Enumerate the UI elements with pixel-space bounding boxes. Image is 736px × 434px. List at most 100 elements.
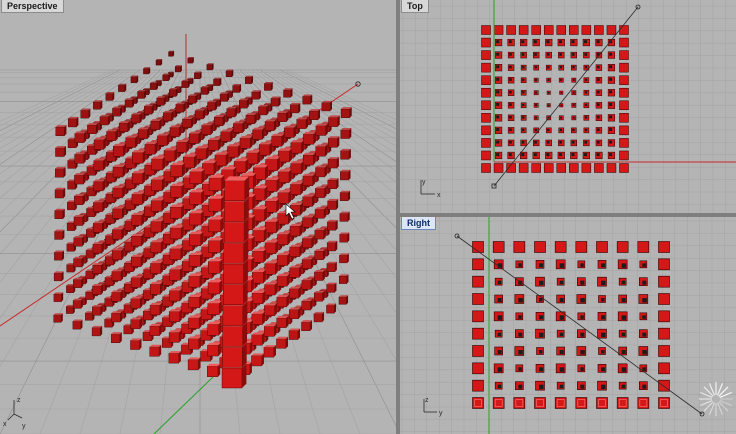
lattice-cube [92,223,103,233]
top-cube-shadow [584,78,588,81]
triad-x [7,413,15,421]
top-cube [481,37,491,48]
top-cube [619,125,629,136]
top-cube [581,163,592,173]
lattice-cube [111,292,121,302]
lattice-cube [151,179,163,191]
axis-triad-icon: z x y [3,397,26,430]
lattice-cube [245,114,255,124]
right-cube [472,379,484,392]
triad-z-label: z [17,397,21,404]
top-cube-shadow [572,104,575,107]
top-cube-shadow [521,153,525,157]
lattice-cube [264,242,277,254]
lattice-cube [314,229,324,240]
lattice-cube [270,98,280,107]
lattice-cube [251,334,263,346]
right-viewport-tab[interactable]: Right [401,217,436,230]
top-cube-shadow [571,140,575,144]
lattice-cube [85,291,94,300]
lattice-cube [54,189,64,199]
right-cube-shadow [497,315,503,320]
lattice-cube [111,312,121,323]
top-cube [518,25,529,35]
top-cube-shadow [571,153,575,157]
lattice-cube [130,277,141,288]
top-cube-shadow [559,128,563,132]
top-cube [606,163,617,173]
right-cube-shadow [580,332,585,337]
top-cube-shadow [572,91,575,94]
lattice-cube [188,133,200,144]
lattice-cube [169,89,177,97]
lattice-cube [314,271,324,281]
lattice-cube [113,145,124,157]
lattice-cube [183,156,195,169]
lattice-cube [74,154,84,164]
right-cube-shadow [580,315,584,319]
lattice-cube [284,127,295,138]
right-cube-shadow [559,263,565,268]
top-cube-shadow [509,103,512,106]
right-cube-shadow [559,315,565,320]
right-cube-shadow [580,298,585,303]
lattice-cube [111,271,122,281]
right-cube-shadow [559,384,564,389]
lattice-cube [169,248,181,260]
lattice-cube [169,127,180,137]
top-scene[interactable]: yx [400,0,736,213]
lattice-cube [251,313,263,325]
top-cube-shadow [534,53,537,56]
lattice-cube [290,142,302,154]
lattice-cube [224,201,245,222]
perspective-viewport-tab[interactable]: Perspective [1,0,64,13]
right-cube-shadow [580,367,584,371]
lattice-cube [155,59,162,66]
right-cube [658,327,670,340]
perspective-scene[interactable]: z x y [0,0,396,434]
top-viewport-tab[interactable]: Top [401,0,429,13]
right-scene[interactable]: zy [400,217,736,434]
top-cube-shadow [522,66,525,69]
lattice-cube [326,284,335,293]
top-cube-shadow [609,153,613,157]
top-cube [619,62,629,73]
right-cube [658,258,670,271]
lattice-cube [181,80,189,88]
top-cube [481,163,491,173]
lattice-cube [150,221,162,233]
right-cube [658,293,670,305]
viewport-divider-horizontal[interactable] [400,213,736,217]
lattice-cube [276,317,287,328]
right-cube-shadow [518,367,522,371]
top-cube-shadow [534,140,537,144]
lattice-cube [130,76,138,83]
lattice-cube [188,95,196,104]
viewport-divider-vertical[interactable] [396,0,400,434]
lattice-cube [55,168,64,178]
top-cube-shadow [596,128,600,132]
top-cube-shadow [584,103,588,107]
lattice-cube [338,296,347,305]
lattice-cube [93,181,104,192]
lattice-cube [207,303,220,315]
top-cube [619,25,629,35]
lattice-cube [327,158,338,169]
lattice-cube [222,305,244,326]
top-viewport[interactable]: Top yx [400,0,736,213]
top-cube-shadow [596,90,600,94]
top-cube [619,113,629,123]
right-viewport[interactable]: Right zy [400,217,736,434]
triad-x-label: x [437,192,441,199]
lattice-cube [149,82,157,90]
lattice-cube [276,296,287,308]
lattice-cube [302,217,313,228]
right-cube-shadow [621,384,626,389]
lattice-cube [271,135,283,147]
lattice-cube [194,72,201,79]
perspective-viewport[interactable]: Perspective z x y [0,0,396,434]
lattice-cube [277,192,289,204]
top-cube-shadow [596,140,600,144]
right-cube-shadow [497,350,502,354]
lattice-cube [224,180,245,202]
